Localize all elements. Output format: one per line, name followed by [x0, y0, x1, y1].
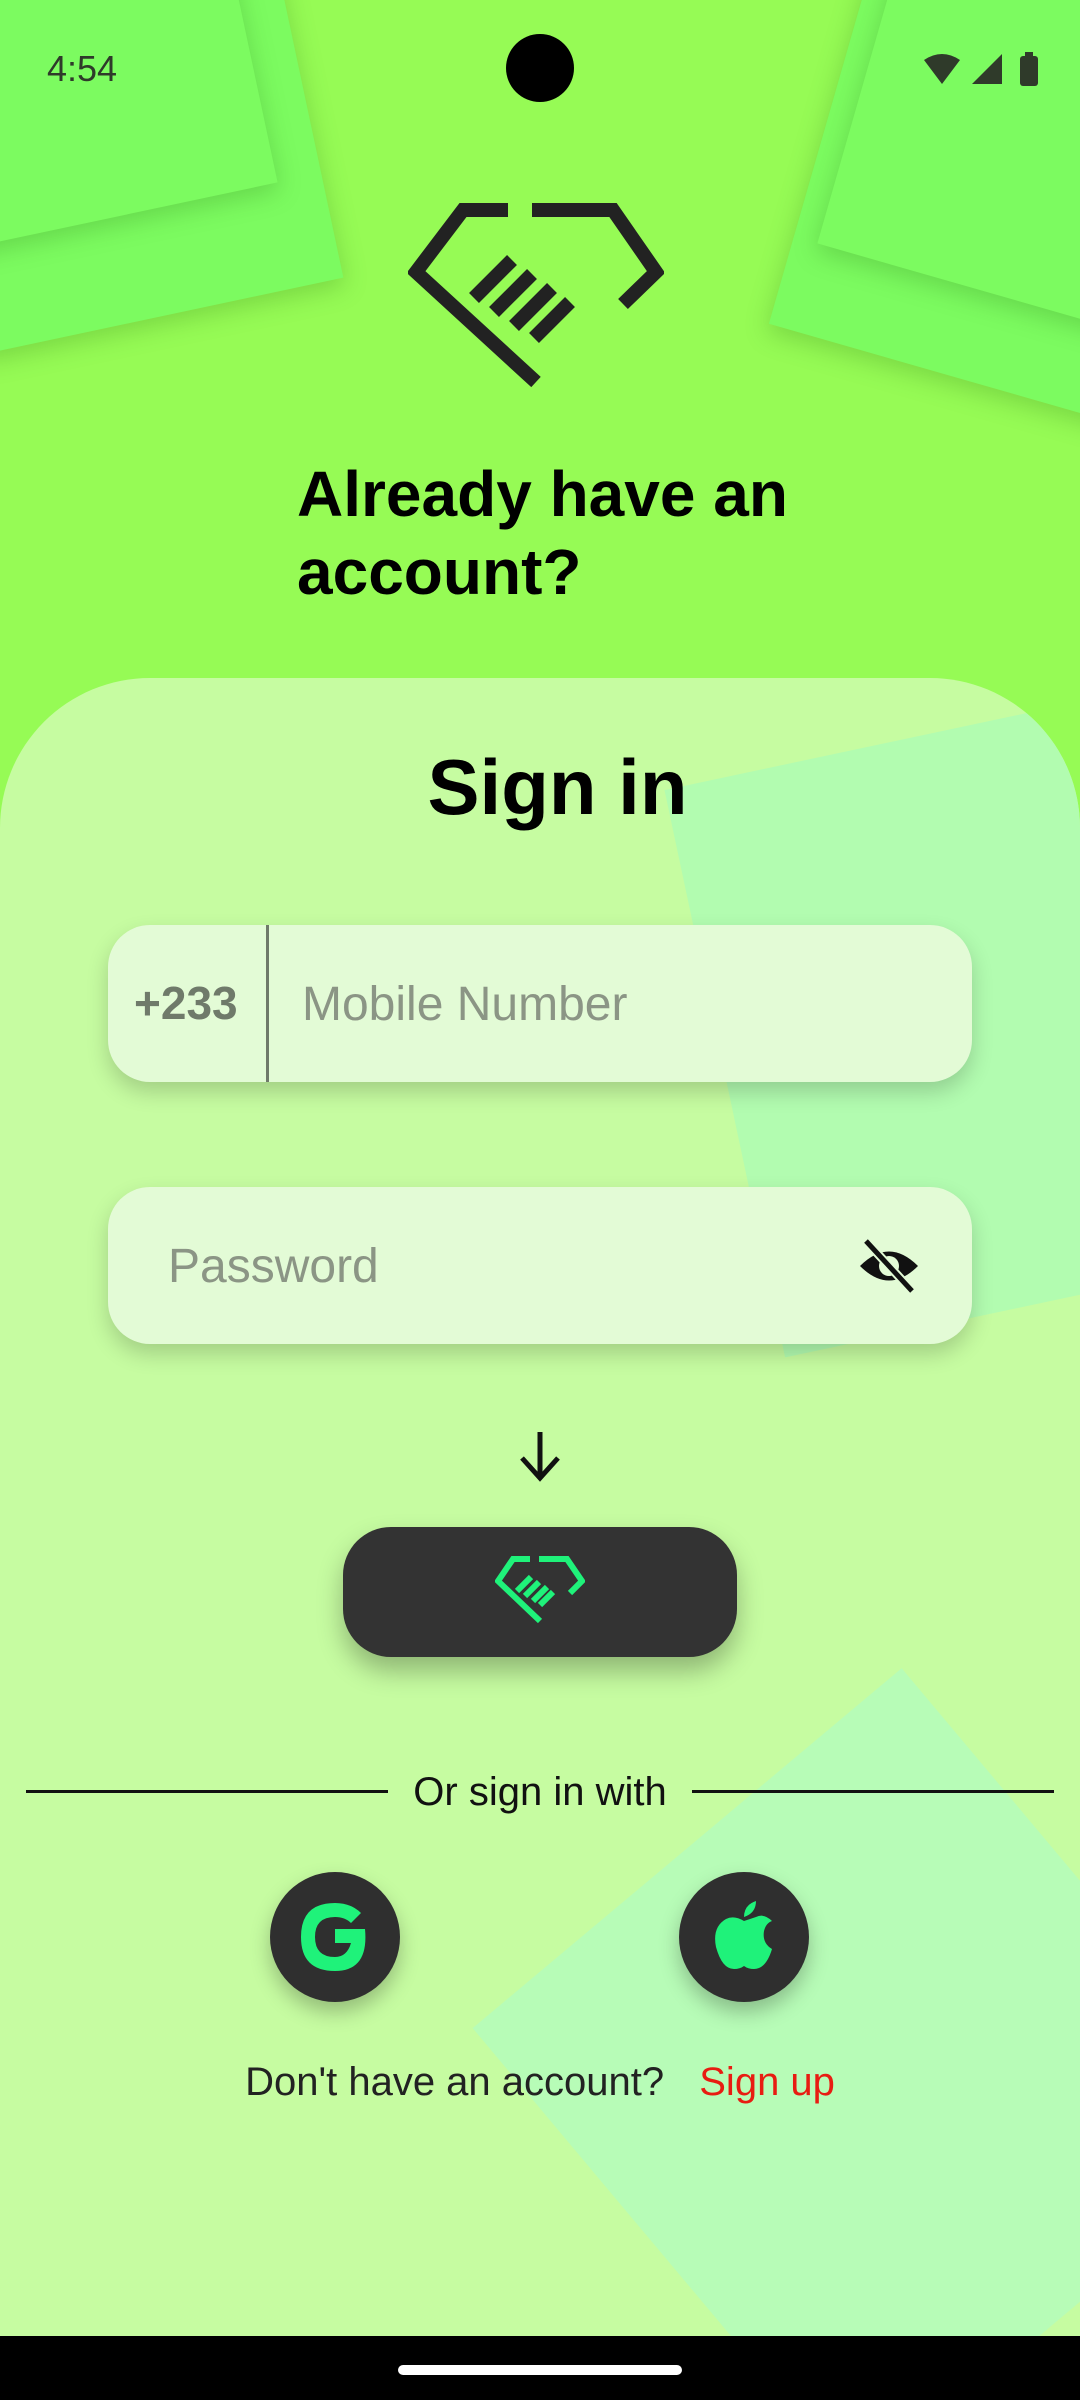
eye-off-icon[interactable]: [858, 1235, 920, 1297]
signin-title: Sign in: [427, 743, 688, 831]
signal-icon: [972, 54, 1002, 84]
password-input[interactable]: [166, 1187, 870, 1346]
password-field[interactable]: [108, 1187, 972, 1346]
battery-icon: [1020, 56, 1038, 86]
handshake-logo-icon: [408, 203, 664, 388]
divider-right: [692, 1790, 1054, 1793]
signin-button[interactable]: [343, 1527, 737, 1657]
signup-prompt-text: Don't have an account?: [245, 2060, 665, 2104]
google-icon: [301, 1903, 366, 1971]
signup-prompt: Don't have an account? Sign up: [0, 2060, 1080, 2105]
apple-icon: [715, 1901, 772, 1969]
headline: Already have an account?: [297, 458, 788, 608]
phone-field[interactable]: +233: [108, 925, 972, 1084]
field-divider: [266, 925, 269, 1082]
signup-link[interactable]: Sign up: [699, 2060, 835, 2104]
country-code[interactable]: +233: [134, 925, 238, 1082]
status-bar: 4:54: [0, 0, 1080, 140]
home-indicator[interactable]: [398, 2365, 682, 2375]
status-icons: [924, 52, 1038, 86]
google-signin-button[interactable]: [270, 1872, 400, 2002]
mobile-number-input[interactable]: [300, 925, 944, 1084]
handshake-icon: [495, 1556, 585, 1624]
wifi-icon: [924, 54, 960, 84]
arrow-down-icon: [520, 1432, 560, 1482]
camera-cutout: [506, 34, 574, 102]
apple-signin-button[interactable]: [679, 1872, 809, 2002]
status-time: 4:54: [47, 48, 118, 89]
